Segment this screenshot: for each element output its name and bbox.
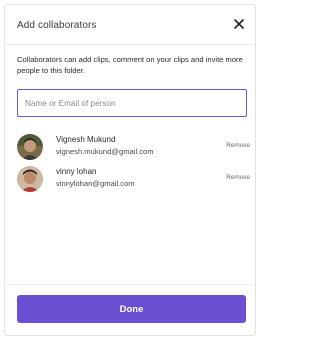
collaborator-email: vignesh.mukund@gmail.com (56, 147, 154, 156)
close-icon[interactable] (231, 16, 247, 32)
done-button[interactable]: Done (17, 295, 246, 323)
avatar (17, 166, 43, 192)
avatar (17, 134, 43, 160)
collaborator-row: vinny lohan vinnylohan@gmail.com Remove (17, 166, 250, 194)
remove-collaborator-button[interactable]: Remove (226, 142, 250, 149)
collaborator-name: vinny lohan (56, 167, 97, 176)
collaborator-name: Vignesh Mukund (56, 135, 116, 144)
collaborator-row: Vignesh Mukund vignesh.mukund@gmail.com … (17, 134, 250, 162)
add-collaborators-dialog: Add collaborators Collaborators can add … (4, 4, 256, 336)
dialog-title: Add collaborators (17, 20, 97, 31)
dialog-header: Add collaborators (5, 5, 255, 45)
footer-divider (5, 284, 255, 285)
remove-collaborator-button[interactable]: Remove (226, 174, 250, 181)
collaborator-email: vinnylohan@gmail.com (56, 179, 135, 188)
dialog-description: Collaborators can add clips, comment on … (17, 55, 243, 75)
collaborator-search-input[interactable] (17, 89, 247, 117)
